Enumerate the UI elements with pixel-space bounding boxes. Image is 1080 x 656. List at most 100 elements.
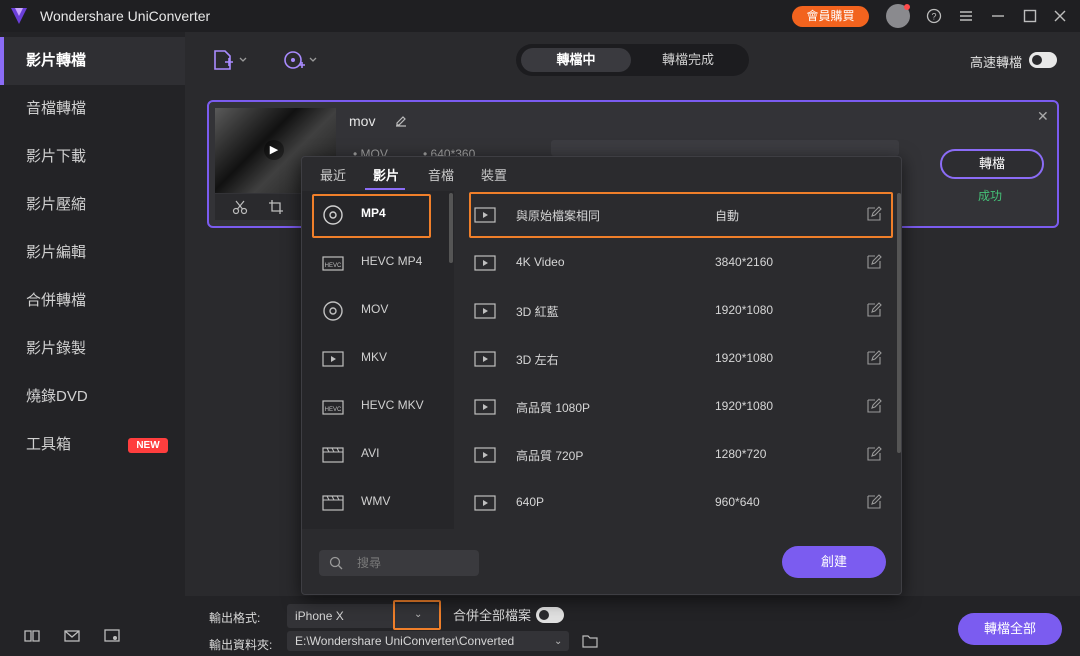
tab-converting[interactable]: 轉檔中	[521, 48, 631, 72]
format-item-wmv[interactable]: WMV	[302, 479, 454, 527]
add-disc-icon[interactable]	[282, 48, 322, 72]
convert-button[interactable]: 轉檔	[940, 149, 1044, 179]
active-tab-indicator	[365, 188, 405, 190]
sidebar-item-toolbox[interactable]: 工具箱 NEW	[0, 421, 185, 469]
hevc-icon: HEVC	[322, 256, 344, 271]
sidebar-item-label: 音檔轉檔	[26, 100, 87, 117]
edit-icon[interactable]	[866, 398, 882, 414]
sidebar-item-video-compress[interactable]: 影片壓縮	[0, 181, 185, 229]
sidebar-item-label: 影片壓縮	[26, 196, 87, 213]
menu-icon[interactable]	[956, 6, 976, 26]
play-icon[interactable]: ▶	[264, 140, 284, 160]
help-icon[interactable]: ?	[924, 6, 944, 26]
avatar[interactable]	[886, 4, 910, 28]
sidebar-item-record[interactable]: 影片錄製	[0, 325, 185, 373]
tab-device[interactable]: 裝置	[481, 165, 507, 184]
selected-preset-highlight	[469, 192, 893, 238]
folder-icon[interactable]	[582, 634, 598, 648]
sidebar-item-audio-convert[interactable]: 音檔轉檔	[0, 85, 185, 133]
preset-item[interactable]: 高品質 720P 1280*720	[455, 431, 895, 479]
edit-icon[interactable]	[866, 254, 882, 270]
preset-item[interactable]: 4K Video 3840*2160	[455, 239, 895, 287]
sidebar-item-video-convert[interactable]: 影片轉檔	[0, 37, 185, 85]
disc-icon	[323, 301, 343, 321]
high-speed-toggle[interactable]	[1029, 52, 1057, 68]
app-logo-icon	[11, 8, 27, 24]
sidebar-item-video-download[interactable]: 影片下載	[0, 133, 185, 181]
mail-icon[interactable]	[62, 626, 82, 646]
remove-file-icon[interactable]: ✕	[1037, 108, 1049, 125]
video-icon	[474, 495, 496, 511]
toggle-knob	[539, 610, 549, 620]
buy-button[interactable]: 會員購買	[792, 6, 869, 27]
close-icon[interactable]	[1050, 6, 1070, 26]
selected-format-highlight	[312, 194, 431, 238]
tab-recent[interactable]: 最近	[320, 165, 346, 184]
toggle-knob	[1032, 55, 1042, 65]
format-label: AVI	[361, 446, 380, 460]
svg-text:?: ?	[931, 12, 936, 22]
preset-list-scrollbar[interactable]	[897, 193, 901, 453]
tab-video[interactable]: 影片	[373, 165, 399, 184]
format-item-mov[interactable]: MOV	[302, 287, 454, 335]
sidebar-item-burn-dvd[interactable]: 燒錄DVD	[0, 373, 185, 421]
edit-icon[interactable]	[866, 446, 882, 462]
app-title: Wondershare UniConverter	[40, 8, 211, 24]
edit-icon[interactable]	[866, 494, 882, 510]
user-feedback-icon[interactable]	[102, 626, 122, 646]
trim-icon[interactable]	[232, 199, 248, 215]
preset-resolution: 1920*1080	[715, 399, 774, 413]
book-icon[interactable]	[22, 626, 42, 646]
sidebar-item-video-edit[interactable]: 影片編輯	[0, 229, 185, 277]
preset-resolution: 1920*1080	[715, 351, 774, 365]
target-info-bar	[551, 140, 899, 156]
format-label: MKV	[361, 350, 388, 364]
tab-audio[interactable]: 音檔	[428, 165, 454, 184]
video-icon	[474, 351, 496, 367]
edit-icon[interactable]	[866, 302, 882, 318]
chevron-down-icon[interactable]: ⌄	[554, 636, 562, 647]
preset-name: 高品質 720P	[516, 449, 584, 463]
preset-item[interactable]: 高品質 1080P 1920*1080	[455, 383, 895, 431]
title-bar: Wondershare UniConverter 會員購買 ?	[0, 0, 1080, 32]
preset-resolution: 3840*2160	[715, 255, 774, 269]
sidebar-item-label: 合併轉檔	[26, 292, 87, 309]
sidebar-item-merge[interactable]: 合併轉檔	[0, 277, 185, 325]
preset-name: 高品質 1080P	[516, 401, 591, 415]
merge-all-toggle[interactable]	[536, 607, 564, 623]
crop-icon[interactable]	[268, 199, 284, 215]
minimize-icon[interactable]	[988, 6, 1008, 26]
preset-name: 3D 紅藍	[516, 305, 559, 319]
output-folder-select[interactable]: E:\Wondershare UniConverter\Converted	[287, 631, 569, 651]
output-folder-label: 輸出資料夾:	[209, 638, 273, 652]
output-folder-value: E:\Wondershare UniConverter\Converted	[295, 634, 515, 648]
add-file-icon[interactable]	[212, 48, 252, 72]
file-name: mov	[349, 113, 376, 129]
film-icon	[322, 495, 344, 511]
create-button[interactable]: 創建	[782, 546, 886, 578]
format-item-mkv[interactable]: MKV	[302, 335, 454, 383]
maximize-icon[interactable]	[1020, 6, 1040, 26]
preset-list: 與原始檔案相同 自動 4K Video 3840*2160 3D 紅藍 1920…	[455, 191, 895, 529]
preset-name: 640P	[516, 495, 545, 509]
hevc-icon: HEVC	[322, 400, 344, 415]
preset-item[interactable]: 3D 紅藍 1920*1080	[455, 287, 895, 335]
film-icon	[322, 447, 344, 463]
video-file-icon	[322, 351, 344, 367]
preset-item[interactable]: 3D 左右 1920*1080	[455, 335, 895, 383]
format-list-scrollbar[interactable]	[449, 193, 453, 263]
edit-icon[interactable]	[866, 350, 882, 366]
tab-converted[interactable]: 轉檔完成	[633, 48, 743, 72]
sidebar-item-label: 影片編輯	[26, 244, 87, 261]
search-input[interactable]	[357, 554, 472, 572]
preset-item[interactable]: 640P 960*640	[455, 479, 895, 527]
format-item-avi[interactable]: AVI	[302, 431, 454, 479]
video-icon	[474, 447, 496, 463]
chevron-down-icon[interactable]: ⌄	[414, 609, 422, 620]
format-item-hevc-mp4[interactable]: HEVC HEVC MP4	[302, 239, 454, 287]
convert-all-button[interactable]: 轉檔全部	[958, 613, 1062, 645]
preset-resolution: 1280*720	[715, 447, 767, 461]
rename-icon[interactable]	[394, 114, 408, 128]
merge-all-label: 合併全部檔案	[453, 608, 532, 623]
format-item-hevc-mkv[interactable]: HEVC HEVC MKV	[302, 383, 454, 431]
